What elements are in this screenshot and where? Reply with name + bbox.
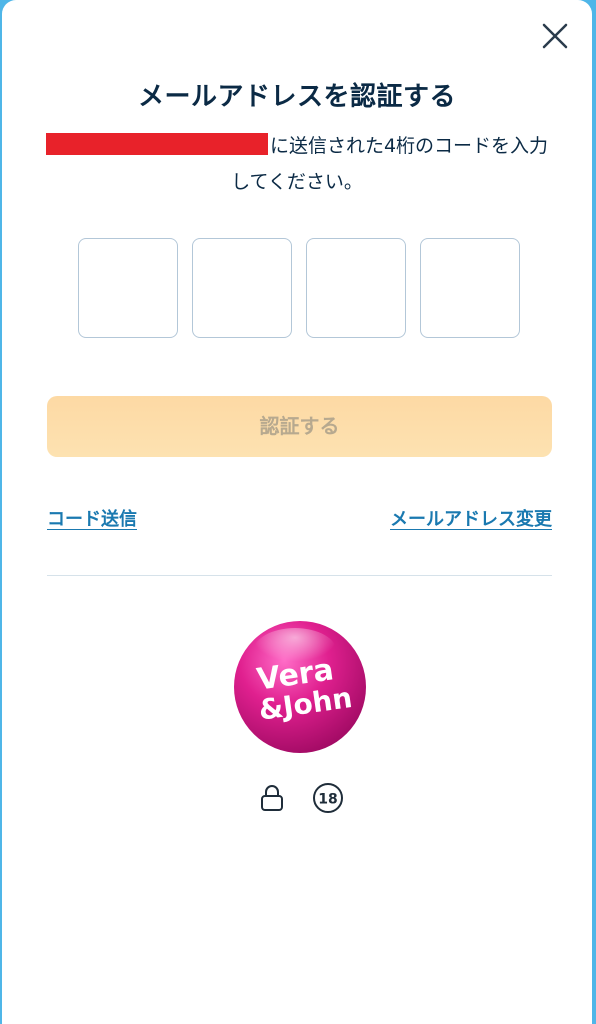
redacted-email bbox=[45, 133, 268, 155]
description-text: に送信された4桁のコードを入力してください。 bbox=[231, 135, 549, 193]
change-email-link[interactable]: メールアドレス変更 bbox=[390, 505, 552, 531]
close-button[interactable] bbox=[538, 19, 572, 53]
age-18-icon: 18 bbox=[311, 781, 345, 815]
divider bbox=[47, 575, 552, 576]
code-input-group bbox=[78, 238, 522, 340]
lock-icon bbox=[257, 782, 287, 812]
resend-code-link[interactable]: コード送信 bbox=[47, 505, 137, 531]
code-digit-1[interactable] bbox=[78, 238, 178, 338]
dialog-description: に送信された4桁のコードを入力してください。 bbox=[42, 128, 552, 200]
verajohn-logo: Vera &John bbox=[233, 620, 367, 754]
age-badge-text: 18 bbox=[318, 792, 337, 808]
code-digit-4[interactable] bbox=[420, 238, 520, 338]
code-digit-2[interactable] bbox=[192, 238, 292, 338]
verify-button[interactable]: 認証する bbox=[47, 396, 552, 457]
verify-email-dialog: メールアドレスを認証する に送信された4桁のコードを入力してください。 認証する… bbox=[2, 0, 592, 1024]
dialog-title: メールアドレスを認証する bbox=[137, 82, 456, 112]
close-icon bbox=[542, 23, 568, 49]
code-digit-3[interactable] bbox=[306, 238, 406, 338]
